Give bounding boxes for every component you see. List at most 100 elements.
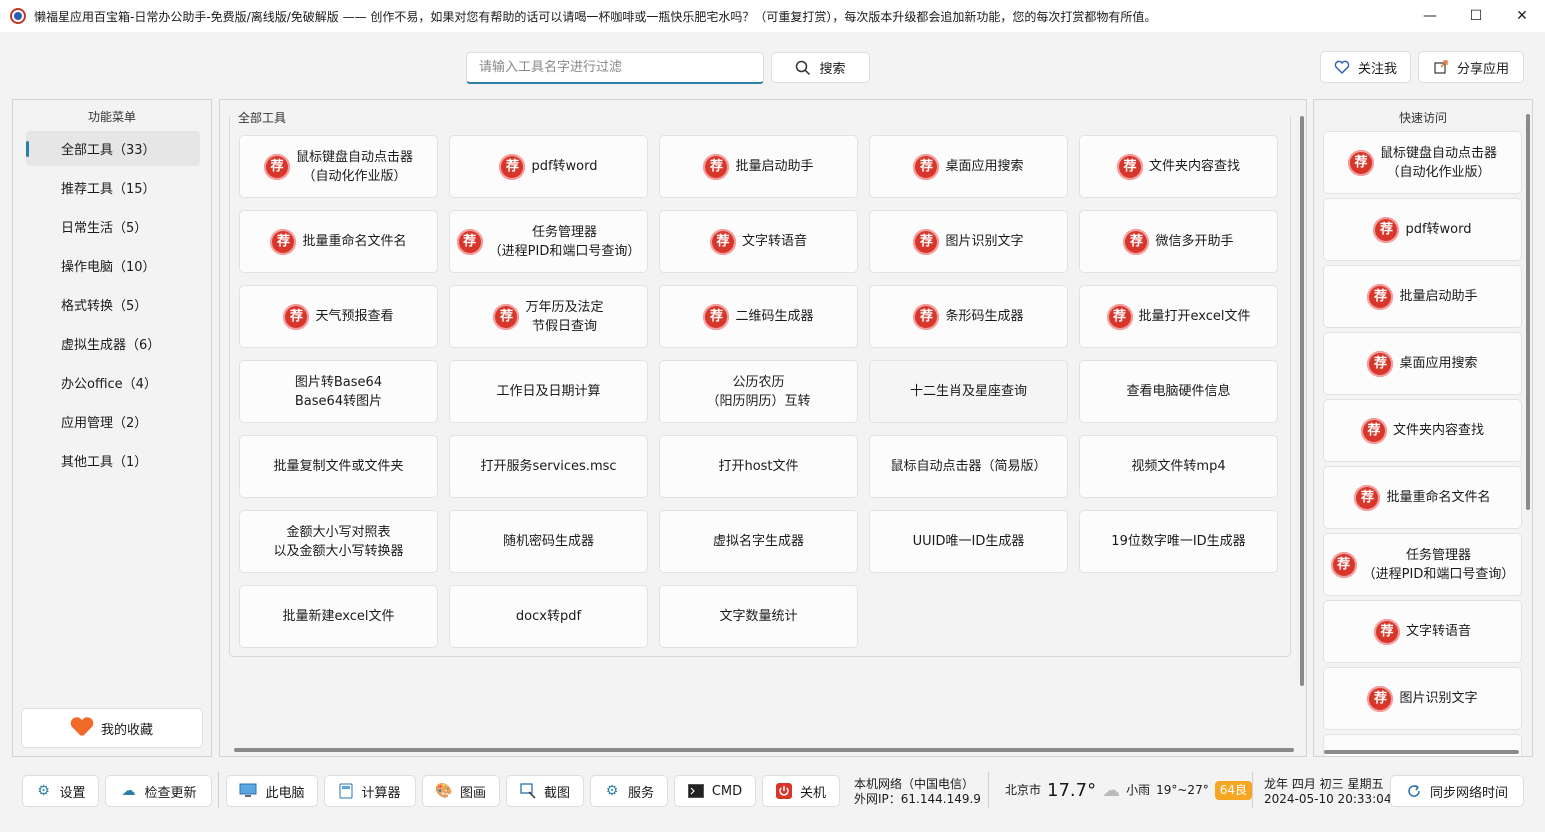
tool-tile-label: 金额大小写对照表 以及金额大小写转换器 [273,524,404,559]
favorites-button[interactable]: 我的收藏 [21,708,203,748]
cmd-button[interactable]: CMD [674,775,756,807]
weather-city: 北京市 [1005,783,1042,797]
minimize-button[interactable]: — [1407,0,1453,32]
settings-button[interactable]: ⚙ 设置 [22,775,99,807]
tool-tile-label: 文字转语音 [741,234,807,249]
quick-access-tile[interactable]: 荐文件夹内容查找 [1323,399,1522,462]
tool-tile[interactable]: 视频文件转mp4 [1079,435,1278,498]
quick-access-label: 桌面应用搜索 [1399,356,1478,371]
share-button[interactable]: 分享应用 [1418,51,1524,83]
quick-access-tile[interactable]: 荐批量重命名文件名 [1323,466,1522,529]
cloud-upload-icon: ☁ [121,783,136,799]
screenshot-button[interactable]: 截图 [506,775,584,807]
tool-tile-label: 随机密码生成器 [502,534,594,549]
menu-item-label: 其他工具（1） [61,455,148,470]
tool-tile[interactable]: 荐桌面应用搜索 [869,135,1068,198]
menu-item-label: 格式转换（5） [61,299,148,314]
menu-item-all[interactable]: 全部工具（33） [26,131,200,166]
tool-tile[interactable]: 查看电脑硬件信息 [1079,360,1278,423]
tool-tile[interactable]: 荐 pdf转word [449,135,648,198]
tool-tile[interactable]: 荐图片识别文字 [869,210,1068,273]
tool-tile[interactable]: 公历农历 （阳历阴历）互转 [659,360,858,423]
tool-tile-label: 批量复制文件或文件夹 [273,459,404,474]
tool-tile[interactable]: 荐文件夹内容查找 [1079,135,1278,198]
tools-vertical-scrollbar[interactable] [1300,116,1304,686]
weather-temperature: 17.7° [1047,780,1097,801]
sync-time-button[interactable]: 同步网络时间 [1390,775,1524,807]
tool-tile[interactable]: 荐任务管理器 （进程PID和端口号查询） [449,210,648,273]
tool-tile-label: 文件夹内容查找 [1148,159,1240,174]
tool-tile[interactable]: 荐批量启动助手 [659,135,858,198]
tool-tile[interactable]: docx转pdf [449,585,648,648]
tools-horizontal-scrollbar[interactable] [234,748,1294,752]
quick-access-tile[interactable]: 荐图片识别文字 [1323,667,1522,730]
quick-access-label: 文件夹内容查找 [1392,423,1484,438]
tool-tile-label: 批量重命名文件名 [302,234,407,249]
tool-tile[interactable]: UUID唯一ID生成器 [869,510,1068,573]
search-input[interactable] [467,53,763,82]
tool-tile[interactable]: 荐二维码生成器 [659,285,858,348]
quick-access-tile[interactable]: 荐 pdf转word [1323,198,1522,261]
quick-access-tile[interactable]: 荐批量启动助手 [1323,265,1522,328]
tool-tile-label: pdf转word [531,159,598,174]
tool-tile[interactable]: 工作日及日期计算 [449,360,648,423]
tool-tile[interactable]: 批量复制文件或文件夹 [239,435,438,498]
tool-tile[interactable]: 荐万年历及法定 节假日查询 [449,285,648,348]
shutdown-button[interactable]: 关机 [762,775,840,807]
tool-tile[interactable]: 19位数字唯一ID生成器 [1079,510,1278,573]
tool-tile[interactable]: 荐微信多开助手 [1079,210,1278,273]
close-button[interactable]: ✕ [1499,0,1545,32]
sync-time-label: 同步网络时间 [1429,785,1508,801]
quick-access-tile[interactable]: 荐任务管理器 （进程PID和端口号查询） [1323,533,1522,596]
menu-item-app-manage[interactable]: 应用管理（2） [26,404,200,439]
divider [988,772,989,808]
quick-access-tile[interactable]: 荐文字转语音 [1323,600,1522,663]
tool-tile[interactable]: 图片转Base64 Base64转图片 [239,360,438,423]
tool-tile[interactable]: 打开服务services.msc [449,435,648,498]
menu-item-other[interactable]: 其他工具（1） [26,443,200,478]
tool-tile[interactable]: 荐文字转语音 [659,210,858,273]
tool-tile[interactable]: 虚拟名字生成器 [659,510,858,573]
tool-tile-label: 文字数量统计 [719,609,798,624]
this-pc-button[interactable]: 此电脑 [226,775,318,807]
quick-access-tile[interactable]: 荐鼠标键盘自动点击器 （自动化作业版） [1323,131,1522,194]
tool-tile[interactable]: 随机密码生成器 [449,510,648,573]
tool-tile[interactable]: 荐天气预报查看 [239,285,438,348]
follow-button[interactable]: 关注我 [1320,51,1411,83]
recommended-badge-icon: 荐 [913,303,940,330]
maximize-button[interactable]: ☐ [1453,0,1499,32]
menu-item-computer[interactable]: 操作电脑（10） [26,248,200,283]
quick-access-tile[interactable]: 荐桌面应用搜索 [1323,332,1522,395]
check-update-button[interactable]: ☁ 检查更新 [105,775,212,807]
tool-tile[interactable]: 荐批量打开excel文件 [1079,285,1278,348]
menu-item-office[interactable]: 办公office（4） [26,365,200,400]
tool-tile[interactable]: 荐批量重命名文件名 [239,210,438,273]
quick-access-scrollbar[interactable] [1526,114,1530,510]
tool-tile-label: 条形码生成器 [945,309,1024,324]
tool-tile[interactable]: 打开host文件 [659,435,858,498]
cmd-label: CMD [711,783,743,799]
search-button[interactable]: 搜索 [771,52,870,83]
menu-item-format[interactable]: 格式转换（5） [26,287,200,322]
paint-button[interactable]: 🎨 图画 [422,775,500,807]
recommended-badge-icon: 荐 [913,153,940,180]
quick-access-horizontal-scrollbar[interactable] [1324,750,1519,754]
divider [218,772,219,808]
menu-item-recommended[interactable]: 推荐工具（15） [26,170,200,205]
tool-tile[interactable]: 荐鼠标键盘自动点击器 （自动化作业版） [239,135,438,198]
tool-tile-label: docx转pdf [515,609,582,624]
search-button-label: 搜索 [819,62,846,77]
tool-tile[interactable]: 文字数量统计 [659,585,858,648]
tool-tile[interactable]: 金额大小写对照表 以及金额大小写转换器 [239,510,438,573]
recommended-badge-icon: 荐 [1354,484,1381,511]
calculator-button[interactable]: 计算器 [324,775,416,807]
tool-tile[interactable]: 荐条形码生成器 [869,285,1068,348]
tool-tile-label: 虚拟名字生成器 [712,534,804,549]
tool-tile[interactable]: 鼠标自动点击器（简易版） [869,435,1068,498]
services-button[interactable]: ⚙ 服务 [590,775,668,807]
share-icon [1434,60,1448,74]
tool-tile[interactable]: 批量新建excel文件 [239,585,438,648]
menu-item-daily-life[interactable]: 日常生活（5） [26,209,200,244]
tool-tile[interactable]: 十二生肖及星座查询 [869,360,1068,423]
menu-item-generators[interactable]: 虚拟生成器（6） [26,326,200,361]
